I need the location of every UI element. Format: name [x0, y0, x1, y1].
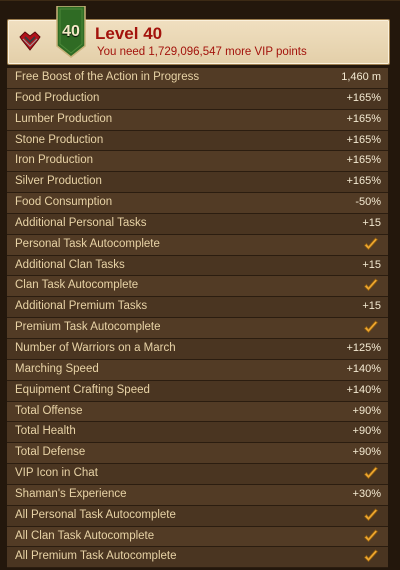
bonus-value: +165%: [346, 91, 381, 104]
bonus-label: Additional Premium Tasks: [15, 300, 148, 313]
vip-crown-icon: [19, 31, 41, 51]
bonus-row: All Clan Task Autocomplete: [7, 526, 388, 548]
bonus-row: Food Consumption -50%: [7, 193, 388, 214]
checkmark-icon: [363, 466, 379, 480]
bonus-row: Total Offense +90%: [7, 401, 388, 423]
bonus-row: Shaman's Experience +30%: [7, 484, 388, 506]
bonus-row: Clan Task Autocomplete: [7, 276, 388, 298]
bonus-row: Number of Warriors on a March +125%: [7, 338, 388, 360]
bonus-row: Silver Production +165%: [7, 172, 388, 194]
bonus-label: Premium Task Autocomplete: [15, 321, 161, 334]
bonus-value: +90%: [352, 446, 381, 459]
bonus-label: Shaman's Experience: [15, 487, 127, 500]
bonus-label: Stone Production: [15, 133, 104, 146]
checkmark-icon: [363, 278, 379, 292]
bonus-value: +140%: [346, 383, 381, 396]
level-number: 40: [62, 23, 80, 40]
bonus-value: +165%: [346, 133, 381, 146]
bonus-label: Food Consumption: [15, 196, 113, 209]
bonus-row: Food Production +165%: [7, 88, 388, 110]
bonus-label: All Clan Task Autocomplete: [15, 529, 155, 542]
bonus-value: +90%: [352, 404, 381, 417]
bonus-label: Marching Speed: [15, 362, 99, 375]
bonus-label: Total Defense: [15, 446, 86, 459]
bonus-row: Free Boost of the Action in Progress 1,46…: [7, 68, 388, 89]
bonus-list: Free Boost of the Action in Progress 1,46…: [7, 68, 388, 569]
bonus-value: +90%: [352, 425, 381, 438]
bonus-value: -50%: [355, 196, 381, 209]
bonus-row: Additional Premium Tasks +15: [7, 297, 388, 319]
bonus-value: +15: [362, 258, 381, 271]
checkmark-icon: [363, 508, 379, 521]
bonus-label: Additional Clan Tasks: [15, 258, 125, 271]
bonus-row: Equipment Crafting Speed +140%: [7, 380, 388, 402]
bonus-label: All Premium Task Autocomplete: [15, 550, 177, 563]
bonus-value: +15: [362, 216, 381, 229]
bonus-value: +30%: [352, 487, 381, 500]
bonus-value: +15: [362, 300, 381, 313]
bonus-label: Clan Task Autocomplete: [15, 279, 139, 292]
bonus-row: Iron Production +165%: [7, 151, 388, 173]
bonus-value: +165%: [346, 112, 381, 125]
bonus-label: Additional Personal Tasks: [15, 216, 147, 229]
bonus-label: Free Boost of the Action in Progress: [15, 71, 200, 83]
bonus-label: Silver Production: [15, 175, 102, 188]
bonus-row: Premium Task Autocomplete: [7, 318, 388, 339]
bonus-label: VIP Icon in Chat: [15, 467, 98, 480]
bonus-row: Marching Speed +140%: [7, 359, 388, 381]
bonus-row: Additional Personal Tasks +15: [7, 213, 388, 235]
vip-level-header: 40 Level 40 You need 1,729,096,547 more …: [7, 6, 390, 65]
bonus-label: Lumber Production: [15, 112, 113, 125]
checkmark-icon: [363, 237, 379, 250]
bonus-row: All Premium Task Autocomplete: [7, 547, 388, 569]
checkmark-icon: [363, 529, 379, 542]
bonus-label: Personal Task Autocomplete: [15, 237, 160, 250]
bonus-row: Additional Clan Tasks +15: [7, 255, 388, 277]
bonus-label: All Personal Task Autocomplete: [15, 508, 176, 521]
bonus-row: Total Defense +90%: [7, 443, 388, 465]
bonus-row: All Personal Task Autocomplete: [7, 505, 388, 527]
bonus-row: Stone Production +165%: [7, 130, 388, 152]
bonus-label: Food Production: [15, 91, 100, 104]
bonus-value: +165%: [346, 175, 381, 188]
bonus-value: +125%: [346, 341, 381, 354]
vip-panel: 40 Level 40 You need 1,729,096,547 more …: [0, 0, 400, 570]
bonus-row: Lumber Production +165%: [7, 109, 388, 131]
bonus-value: +165%: [346, 154, 381, 167]
bonus-label: Number of Warriors on a March: [15, 341, 176, 354]
bonus-value: +140%: [346, 362, 381, 375]
checkmark-icon: [363, 320, 379, 334]
level-title: Level 40: [95, 24, 163, 43]
bonus-label: Total Health: [15, 425, 76, 438]
bonus-label: Equipment Crafting Speed: [15, 383, 150, 396]
bonus-label: Total Offense: [15, 404, 83, 417]
bonus-row: Personal Task Autocomplete: [7, 234, 388, 256]
bonus-row: Total Health +90%: [7, 422, 388, 444]
checkmark-icon: [363, 549, 379, 563]
bonus-row: VIP Icon in Chat: [7, 464, 388, 485]
bonus-label: Iron Production: [15, 154, 93, 167]
vip-points-needed: You need 1,729,096,547 more VIP points: [97, 46, 307, 58]
bonus-value: 1,460 m: [341, 71, 381, 83]
